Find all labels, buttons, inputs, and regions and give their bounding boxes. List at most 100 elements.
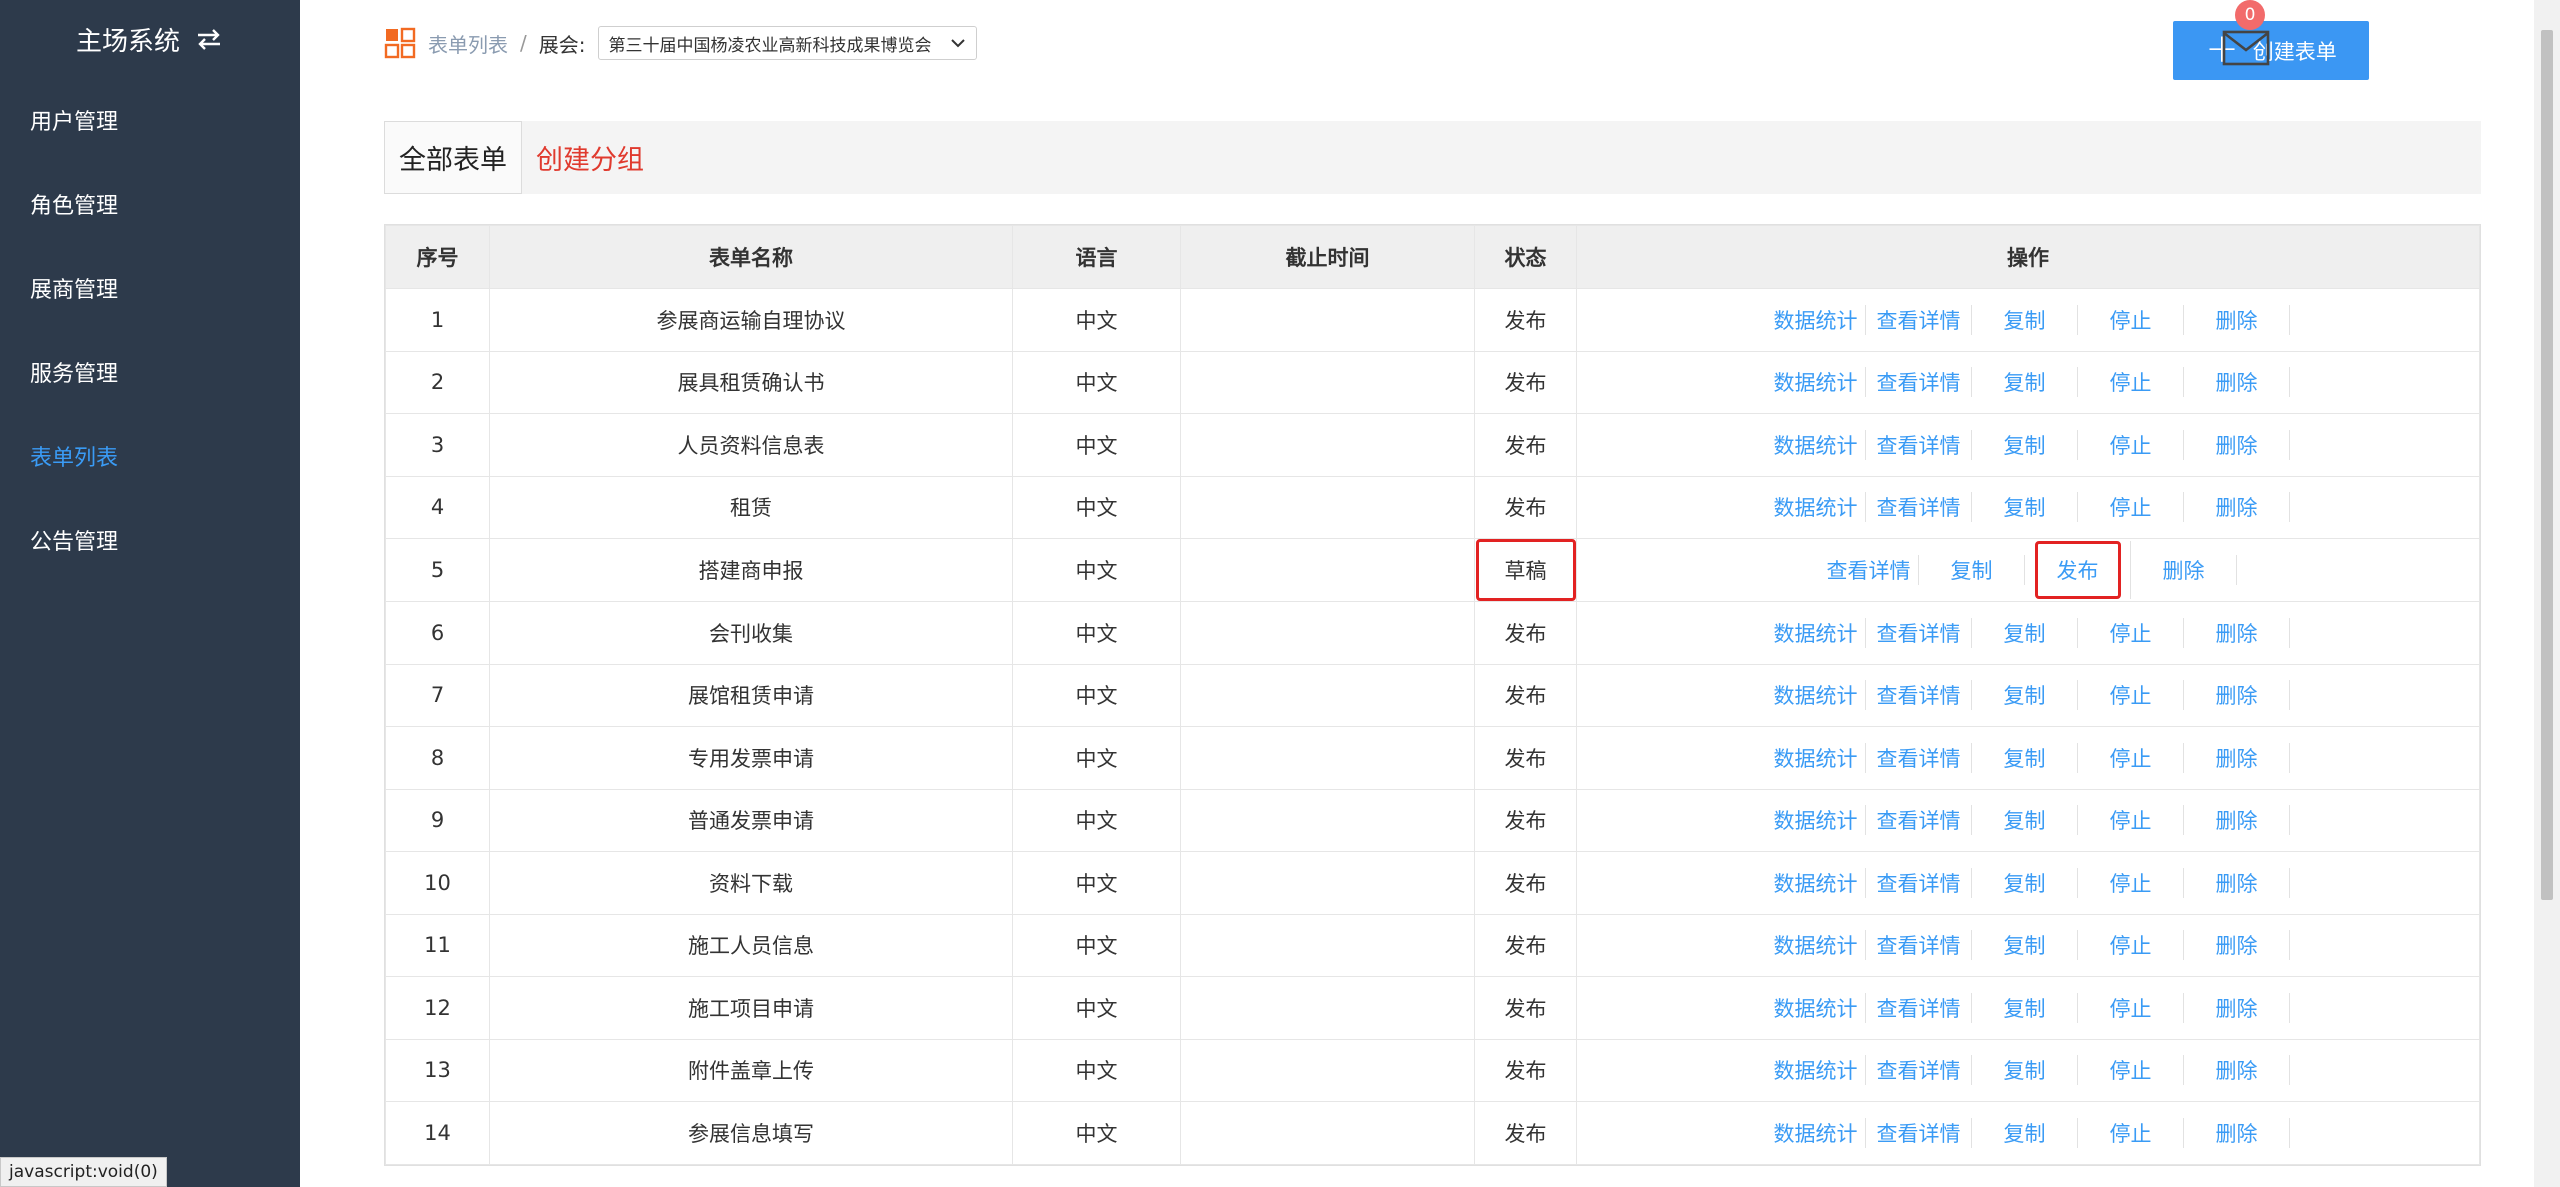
- copy-link[interactable]: 复制: [1972, 742, 2078, 773]
- header: 表单列表 / 展会: 第三十届中国杨凌农业高新科技成果博览会 + 创建表单 0: [300, 0, 2534, 100]
- sidebar-item-announcements[interactable]: 公告管理: [0, 498, 300, 582]
- delete-link[interactable]: 删除: [2184, 742, 2290, 773]
- tab-all-forms[interactable]: 全部表单: [384, 121, 522, 194]
- sidebar-item-services[interactable]: 服务管理: [0, 330, 300, 414]
- switch-icon[interactable]: [194, 26, 224, 52]
- stats-link[interactable]: 数据统计: [1766, 1117, 1866, 1148]
- stop-link[interactable]: 停止: [2078, 992, 2184, 1023]
- delete-link[interactable]: 删除: [2184, 492, 2290, 523]
- copy-link[interactable]: 复制: [1972, 930, 2078, 961]
- view-details-link[interactable]: 查看详情: [1866, 367, 1972, 398]
- status-text: 发布: [1504, 809, 1547, 834]
- breadcrumb-form-list[interactable]: 表单列表: [428, 29, 508, 58]
- view-details-link[interactable]: 查看详情: [1866, 304, 1972, 335]
- delete-link[interactable]: 删除: [2184, 805, 2290, 836]
- copy-link[interactable]: 复制: [1972, 867, 2078, 898]
- cell-name: 参展商运输自理协议: [489, 288, 1013, 352]
- view-details-link[interactable]: 查看详情: [1866, 867, 1972, 898]
- cell-no: 10: [385, 851, 490, 915]
- sidebar-item-form-list[interactable]: 表单列表: [0, 414, 300, 498]
- stats-link[interactable]: 数据统计: [1766, 930, 1866, 961]
- delete-link[interactable]: 删除: [2184, 304, 2290, 335]
- scrollbar-thumb[interactable]: [2541, 30, 2553, 900]
- copy-link[interactable]: 复制: [1972, 367, 2078, 398]
- delete-link[interactable]: 删除: [2184, 680, 2290, 711]
- stop-link[interactable]: 停止: [2078, 680, 2184, 711]
- cell-name: 施工项目申请: [489, 976, 1013, 1040]
- view-details-link[interactable]: 查看详情: [1866, 492, 1972, 523]
- table-row: 14 参展信息填写 中文 发布 数据统计 查看详情 复制 停止 删除: [385, 1101, 2480, 1165]
- delete-link[interactable]: 删除: [2184, 867, 2290, 898]
- copy-link[interactable]: 复制: [1972, 617, 2078, 648]
- stats-link[interactable]: 数据统计: [1766, 742, 1866, 773]
- cell-actions: 数据统计 查看详情 复制 停止 删除: [1576, 851, 2480, 915]
- copy-link[interactable]: 复制: [1972, 680, 2078, 711]
- stop-link[interactable]: 停止: [2078, 1055, 2184, 1086]
- view-details-link[interactable]: 查看详情: [1866, 617, 1972, 648]
- stats-link[interactable]: 数据统计: [1766, 429, 1866, 460]
- expo-select[interactable]: 第三十届中国杨凌农业高新科技成果博览会: [597, 26, 977, 60]
- delete-link[interactable]: 删除: [2131, 555, 2237, 585]
- delete-link[interactable]: 删除: [2184, 429, 2290, 460]
- page-scrollbar[interactable]: [2534, 0, 2560, 1187]
- delete-link[interactable]: 删除: [2184, 617, 2290, 648]
- stop-link[interactable]: 停止: [2078, 742, 2184, 773]
- view-details-link[interactable]: 查看详情: [1866, 1055, 1972, 1086]
- copy-link[interactable]: 复制: [1919, 555, 2025, 585]
- table-row: 9 普通发票申请 中文 发布 数据统计 查看详情 复制 停止 删除: [385, 788, 2480, 852]
- sidebar-item-users[interactable]: 用户管理: [0, 78, 300, 162]
- view-details-link[interactable]: 查看详情: [1866, 992, 1972, 1023]
- create-group-link[interactable]: 创建分组: [522, 121, 644, 194]
- cell-language: 中文: [1012, 350, 1181, 414]
- stop-link[interactable]: 停止: [2078, 492, 2184, 523]
- copy-link[interactable]: 复制: [1972, 1055, 2078, 1086]
- cell-language: 中文: [1012, 663, 1181, 727]
- delete-link[interactable]: 删除: [2184, 1117, 2290, 1148]
- delete-link[interactable]: 删除: [2184, 367, 2290, 398]
- stats-link[interactable]: 数据统计: [1766, 304, 1866, 335]
- sidebar-item-roles[interactable]: 角色管理: [0, 162, 300, 246]
- stats-link[interactable]: 数据统计: [1766, 492, 1866, 523]
- copy-link[interactable]: 复制: [1972, 992, 2078, 1023]
- stats-link[interactable]: 数据统计: [1766, 867, 1866, 898]
- stop-link[interactable]: 停止: [2078, 930, 2184, 961]
- stop-link[interactable]: 停止: [2078, 617, 2184, 648]
- stop-link[interactable]: 停止: [2078, 429, 2184, 460]
- cell-deadline: [1180, 726, 1475, 790]
- stats-link[interactable]: 数据统计: [1766, 805, 1866, 836]
- stats-link[interactable]: 数据统计: [1766, 367, 1866, 398]
- stats-link[interactable]: 数据统计: [1766, 992, 1866, 1023]
- copy-link[interactable]: 复制: [1972, 805, 2078, 836]
- stop-link[interactable]: 停止: [2078, 805, 2184, 836]
- copy-link[interactable]: 复制: [1972, 429, 2078, 460]
- copy-link[interactable]: 复制: [1972, 1117, 2078, 1148]
- view-details-link[interactable]: 查看详情: [1866, 429, 1972, 460]
- mail-icon[interactable]: [2222, 28, 2272, 68]
- stats-link[interactable]: 数据统计: [1766, 617, 1866, 648]
- copy-link[interactable]: 复制: [1972, 492, 2078, 523]
- view-details-link[interactable]: 查看详情: [1819, 555, 1919, 585]
- view-details-link[interactable]: 查看详情: [1866, 930, 1972, 961]
- publish-link[interactable]: 发布: [2025, 541, 2131, 599]
- sidebar-item-exhibitors[interactable]: 展商管理: [0, 246, 300, 330]
- col-header-deadline: 截止时间: [1180, 225, 1475, 289]
- cell-name: 资料下载: [489, 851, 1013, 915]
- view-details-link[interactable]: 查看详情: [1866, 742, 1972, 773]
- stats-link[interactable]: 数据统计: [1766, 680, 1866, 711]
- stop-link[interactable]: 停止: [2078, 304, 2184, 335]
- copy-link[interactable]: 复制: [1972, 304, 2078, 335]
- view-details-link[interactable]: 查看详情: [1866, 805, 1972, 836]
- stats-link[interactable]: 数据统计: [1766, 1055, 1866, 1086]
- cell-actions: 数据统计 查看详情 复制 停止 删除: [1576, 475, 2480, 539]
- cell-actions: 数据统计 查看详情 复制 停止 删除: [1576, 288, 2480, 352]
- view-details-link[interactable]: 查看详情: [1866, 680, 1972, 711]
- stop-link[interactable]: 停止: [2078, 367, 2184, 398]
- delete-link[interactable]: 删除: [2184, 992, 2290, 1023]
- view-details-link[interactable]: 查看详情: [1866, 1117, 1972, 1148]
- cell-language: 中文: [1012, 1038, 1181, 1102]
- delete-link[interactable]: 删除: [2184, 930, 2290, 961]
- stop-link[interactable]: 停止: [2078, 867, 2184, 898]
- stop-link[interactable]: 停止: [2078, 1117, 2184, 1148]
- delete-link[interactable]: 删除: [2184, 1055, 2290, 1086]
- row-actions: 数据统计 查看详情 复制 停止 删除: [1577, 492, 2479, 523]
